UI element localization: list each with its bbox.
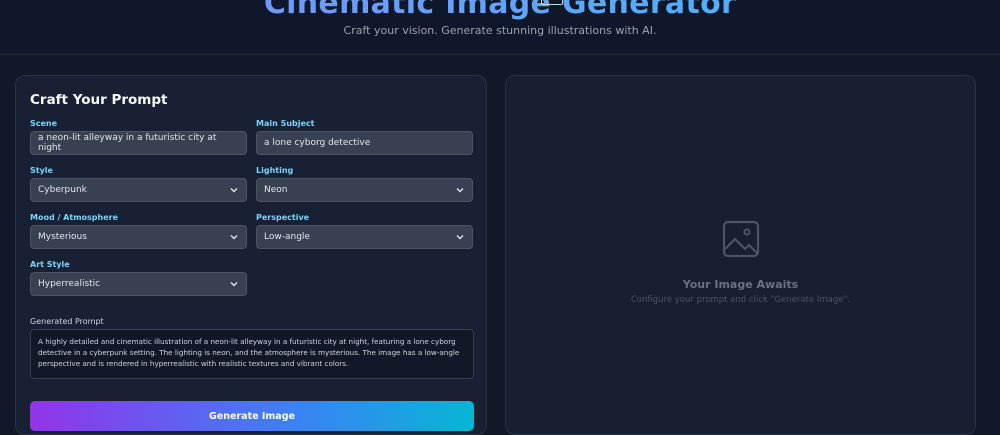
style-value: Cyberpunk [38, 185, 87, 195]
art-style-label: Art Style [30, 260, 70, 269]
chevron-down-icon [456, 188, 464, 193]
lighting-label: Lighting [256, 166, 294, 175]
art-style-select[interactable]: Hyperrealistic [30, 272, 247, 296]
generate-image-button[interactable]: Generate Image [30, 401, 474, 431]
perspective-label: Perspective [256, 213, 310, 222]
subject-input[interactable]: a lone cyborg detective [256, 131, 473, 155]
style-label: Style [30, 166, 53, 175]
app-title: Cinematic Image Generator [0, 0, 1000, 21]
subject-label: Main Subject [256, 119, 315, 128]
scene-label: Scene [30, 119, 58, 128]
prompt-panel: Craft Your Prompt Scene a neon-lit alley… [15, 75, 487, 435]
preview-subtitle: Configure your prompt and click "Generat… [630, 295, 851, 305]
subject-value: a lone cyborg detective [264, 138, 371, 148]
image-icon [722, 220, 760, 258]
style-select[interactable]: Cyberpunk [30, 178, 247, 202]
mood-label: Mood / Atmosphere [30, 213, 118, 222]
lighting-value: Neon [264, 185, 288, 195]
chevron-down-icon [456, 235, 464, 240]
generated-prompt-label: Generated Prompt [30, 317, 104, 326]
perspective-select[interactable]: Low-angle [256, 225, 473, 249]
lighting-select[interactable]: Neon [256, 178, 473, 202]
scene-input[interactable]: a neon-lit alleyway in a futuristic city… [30, 131, 247, 155]
panel-title: Craft Your Prompt [30, 92, 168, 108]
mood-value: Mysterious [38, 232, 87, 242]
chevron-down-icon [230, 188, 238, 193]
preview-panel: Your Image Awaits Configure your prompt … [505, 75, 976, 435]
scene-value: a neon-lit alleyway in a futuristic city… [38, 133, 217, 153]
app-subtitle: Craft your vision. Generate stunning ill… [343, 24, 657, 37]
perspective-value: Low-angle [264, 232, 310, 242]
preview-title: Your Image Awaits [682, 278, 799, 291]
window-handle-icon [541, 0, 563, 5]
app-header: Cinematic Image Generator Craft your vis… [0, 0, 1000, 55]
chevron-down-icon [230, 235, 238, 240]
generated-prompt-text[interactable]: A highly detailed and cinematic illustra… [30, 329, 474, 379]
mood-select[interactable]: Mysterious [30, 225, 247, 249]
chevron-down-icon [230, 282, 238, 287]
art-style-value: Hyperrealistic [38, 279, 101, 289]
